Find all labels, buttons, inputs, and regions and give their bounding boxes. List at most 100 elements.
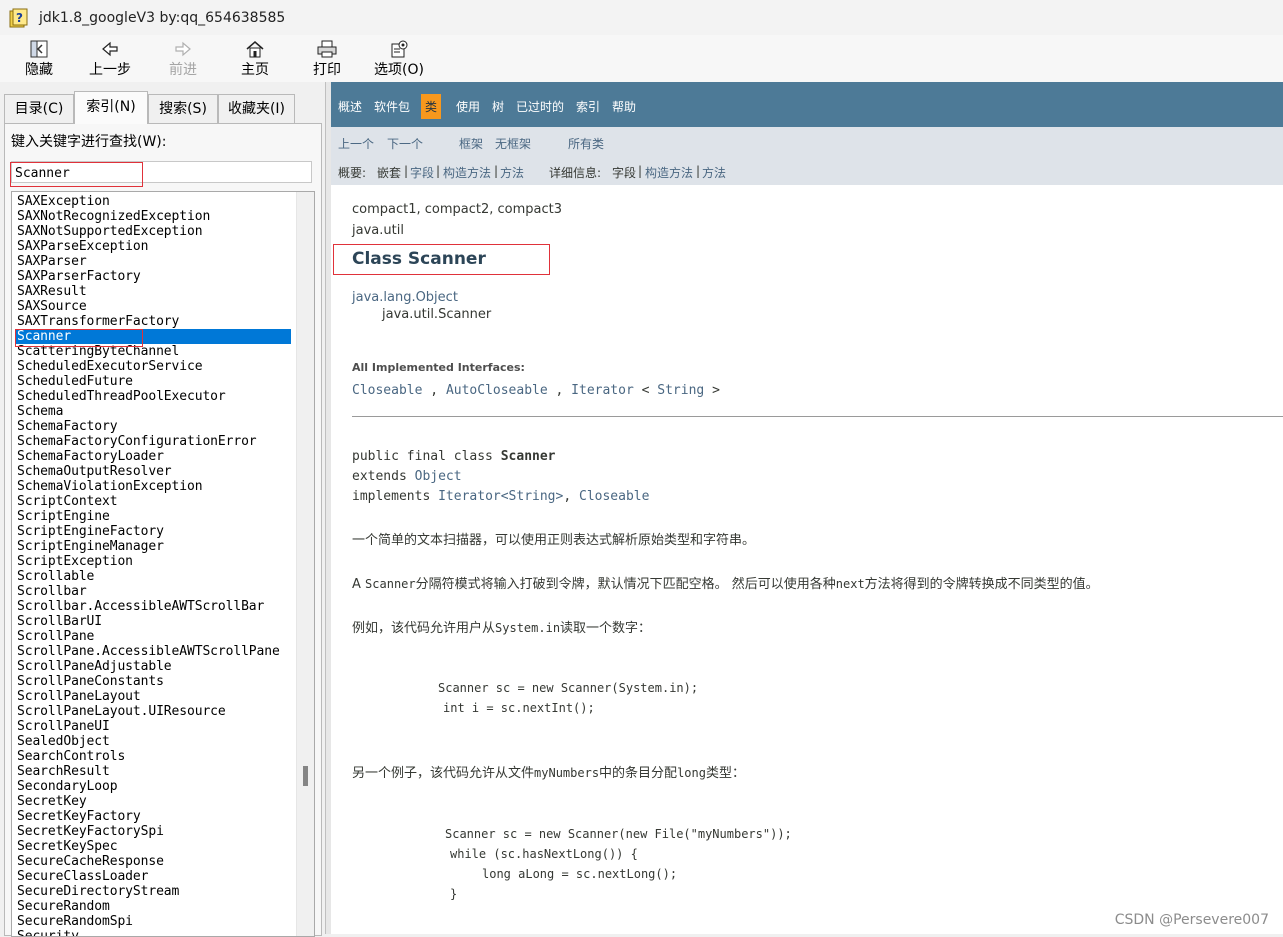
nav-tree[interactable]: 树 bbox=[492, 98, 504, 115]
detail-method-link[interactable]: 方法 bbox=[702, 164, 726, 181]
frames-link[interactable]: 框架 bbox=[459, 135, 483, 152]
index-list-item[interactable]: SecretKeyFactorySpi bbox=[15, 824, 291, 839]
interface-link[interactable]: AutoCloseable bbox=[446, 383, 548, 398]
title-bar: ? jdk1.8_googleV3 by:qq_654638585 bbox=[0, 0, 1283, 35]
index-list-scrollbar[interactable] bbox=[296, 192, 314, 936]
index-list-item[interactable]: Scrollable bbox=[15, 569, 291, 584]
index-list-item[interactable]: Scrollbar.AccessibleAWTScrollBar bbox=[15, 599, 291, 614]
index-list-item[interactable]: ScrollBarUI bbox=[15, 614, 291, 629]
content-pane: 概述 软件包 类 使用 树 已过时的 索引 帮助 上一个 下一个 框架 无框架 … bbox=[331, 82, 1283, 934]
index-list-item[interactable]: ScriptEngineManager bbox=[15, 539, 291, 554]
index-list-item[interactable]: SAXParserFactory bbox=[15, 269, 291, 284]
implements-iterator-link[interactable]: Iterator<String> bbox=[438, 489, 563, 504]
printer-icon bbox=[317, 40, 337, 58]
detail-constructor-link[interactable]: 构造方法 bbox=[645, 164, 693, 181]
tab-contents[interactable]: 目录(C) bbox=[4, 94, 74, 123]
index-list-item[interactable]: SearchControls bbox=[15, 749, 291, 764]
index-list-item[interactable]: SchemaOutputResolver bbox=[15, 464, 291, 479]
options-button[interactable]: 选项(O) bbox=[369, 38, 429, 80]
noframes-link[interactable]: 无框架 bbox=[495, 135, 531, 152]
forward-button[interactable]: 前进 bbox=[153, 38, 213, 80]
summary-field-link[interactable]: 字段 bbox=[410, 164, 434, 181]
index-list-item[interactable]: SecureRandom bbox=[15, 899, 291, 914]
index-list-item[interactable]: SecureCacheResponse bbox=[15, 854, 291, 869]
index-list-item[interactable]: ScrollPaneConstants bbox=[15, 674, 291, 689]
index-list-item[interactable]: SAXTransformerFactory bbox=[15, 314, 291, 329]
nav-use[interactable]: 使用 bbox=[456, 98, 480, 115]
svg-text:?: ? bbox=[16, 11, 23, 25]
interface-link[interactable]: Closeable bbox=[352, 383, 422, 398]
index-list-item[interactable]: SecureClassLoader bbox=[15, 869, 291, 884]
nav-class[interactable]: 类 bbox=[421, 94, 442, 119]
nav-deprecated[interactable]: 已过时的 bbox=[516, 98, 564, 115]
index-list-item[interactable]: SchemaFactoryLoader bbox=[15, 449, 291, 464]
index-list-item[interactable]: SecretKeyFactory bbox=[15, 809, 291, 824]
summary-nested: 嵌套 bbox=[377, 166, 402, 180]
print-button[interactable]: 打印 bbox=[297, 38, 357, 80]
index-list-item[interactable]: ScatteringByteChannel bbox=[15, 344, 291, 359]
index-list-item[interactable]: SecureRandomSpi bbox=[15, 914, 291, 929]
implements-closeable-link[interactable]: Closeable bbox=[579, 489, 649, 504]
index-list-item[interactable]: ScrollPaneLayout bbox=[15, 689, 291, 704]
index-list-item[interactable]: SAXNotSupportedException bbox=[15, 224, 291, 239]
index-list-item[interactable]: ScriptEngine bbox=[15, 509, 291, 524]
index-list-item[interactable]: ScrollPaneAdjustable bbox=[15, 659, 291, 674]
interface-link[interactable]: String bbox=[657, 383, 704, 398]
nav-package[interactable]: 软件包 bbox=[374, 98, 410, 115]
index-list-item[interactable]: ScheduledExecutorService bbox=[15, 359, 291, 374]
index-list-item[interactable]: SAXNotRecognizedException bbox=[15, 209, 291, 224]
index-list-item[interactable]: ScrollPane.AccessibleAWTScrollPane bbox=[15, 644, 291, 659]
hide-button[interactable]: 隐藏 bbox=[9, 38, 69, 80]
nav-index[interactable]: 索引 bbox=[576, 98, 600, 115]
index-list-item[interactable]: SecureDirectoryStream bbox=[15, 884, 291, 899]
summary-method-link[interactable]: 方法 bbox=[500, 164, 524, 181]
tab-index[interactable]: 索引(N) bbox=[74, 91, 148, 124]
index-list-item[interactable]: SecondaryLoop bbox=[15, 779, 291, 794]
index-list-item[interactable]: ScriptEngineFactory bbox=[15, 524, 291, 539]
index-list-item[interactable]: ScrollPaneLayout.UIResource bbox=[15, 704, 291, 719]
index-list-item[interactable]: Scrollbar bbox=[15, 584, 291, 599]
tab-search[interactable]: 搜索(S) bbox=[148, 94, 218, 123]
nav-overview[interactable]: 概述 bbox=[338, 98, 362, 115]
index-list-item[interactable]: ScheduledFuture bbox=[15, 374, 291, 389]
index-list-item[interactable]: SAXParser bbox=[15, 254, 291, 269]
interface-link[interactable]: Iterator bbox=[571, 383, 634, 398]
keyword-input[interactable] bbox=[12, 164, 298, 183]
scrollbar-thumb[interactable] bbox=[303, 766, 308, 786]
allclasses-link[interactable]: 所有类 bbox=[568, 135, 604, 152]
prev-class-link[interactable]: 上一个 bbox=[338, 135, 374, 152]
index-list-item[interactable]: SAXResult bbox=[15, 284, 291, 299]
index-list-item[interactable]: SAXException bbox=[15, 194, 291, 209]
back-button[interactable]: 上一步 bbox=[80, 38, 140, 80]
index-list-item[interactable]: SealedObject bbox=[15, 734, 291, 749]
index-list-item[interactable]: ScheduledThreadPoolExecutor bbox=[15, 389, 291, 404]
index-list-item[interactable]: ScriptContext bbox=[15, 494, 291, 509]
hierarchy-parent-link[interactable]: java.lang.Object bbox=[352, 290, 458, 305]
index-list-item[interactable]: SAXSource bbox=[15, 299, 291, 314]
detail-field: 字段 bbox=[612, 166, 637, 180]
index-list-item[interactable]: Security bbox=[15, 929, 291, 936]
generic-open: < bbox=[641, 383, 650, 398]
index-list[interactable]: SAXException SAXNotRecognizedException SAX… bbox=[11, 191, 315, 937]
home-button[interactable]: 主页 bbox=[225, 38, 285, 80]
index-list-item[interactable]: SAXParseException bbox=[15, 239, 291, 254]
index-list-item[interactable]: ScriptException bbox=[15, 554, 291, 569]
index-list-item[interactable]: ScrollPaneUI bbox=[15, 719, 291, 734]
hide-label: 隐藏 bbox=[25, 62, 53, 78]
tab-favorites[interactable]: 收藏夹(I) bbox=[218, 94, 295, 123]
para3-text-a: 例如，该代码允许用户从 bbox=[352, 621, 496, 636]
index-list-item[interactable]: Schema bbox=[15, 404, 291, 419]
interfaces-line: Closeable , AutoCloseable , Iterator < S… bbox=[352, 383, 720, 398]
index-list-item[interactable]: SchemaViolationException bbox=[15, 479, 291, 494]
index-list-item[interactable]: SecretKey bbox=[15, 794, 291, 809]
index-list-item[interactable]: Scanner bbox=[15, 329, 291, 344]
index-list-item[interactable]: SchemaFactory bbox=[15, 419, 291, 434]
next-class-link[interactable]: 下一个 bbox=[387, 135, 423, 152]
nav-help[interactable]: 帮助 bbox=[612, 98, 636, 115]
index-list-item[interactable]: SecretKeySpec bbox=[15, 839, 291, 854]
index-list-item[interactable]: SchemaFactoryConfigurationError bbox=[15, 434, 291, 449]
extends-link[interactable]: Object bbox=[415, 469, 462, 484]
summary-constructor-link[interactable]: 构造方法 bbox=[443, 164, 491, 181]
index-list-item[interactable]: ScrollPane bbox=[15, 629, 291, 644]
index-list-item[interactable]: SearchResult bbox=[15, 764, 291, 779]
